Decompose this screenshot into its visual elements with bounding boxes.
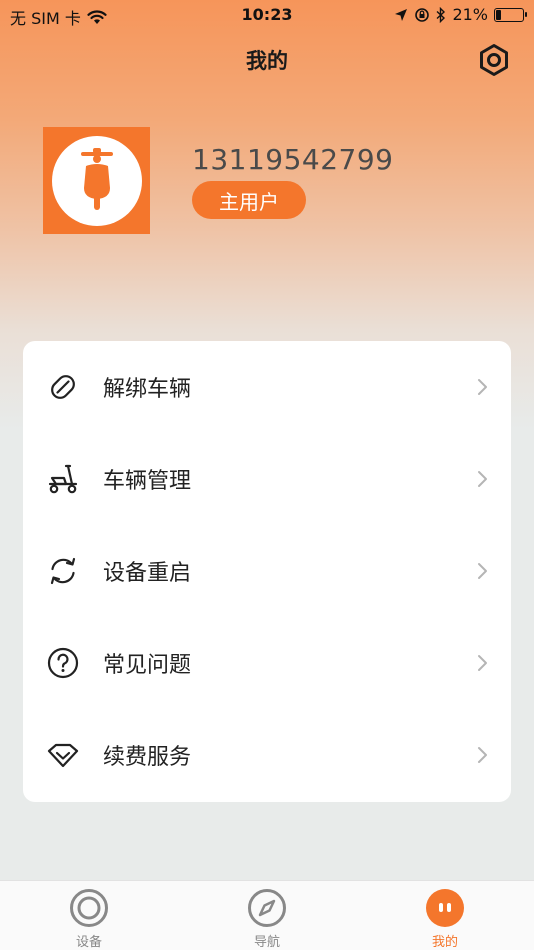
location-arrow-icon [395, 8, 408, 21]
chevron-right-icon [478, 747, 487, 763]
chevron-right-icon [478, 379, 487, 395]
scooter-icon [45, 461, 81, 497]
battery-icon [494, 7, 527, 22]
menu-card: 解绑车辆 车辆管理 设备重启 常见问题 续费服务 [23, 341, 511, 802]
compass-icon [248, 889, 286, 927]
menu-item-renewal[interactable]: 续费服务 [23, 709, 511, 801]
avatar-circle [51, 135, 142, 226]
diamond-icon [45, 737, 81, 773]
menu-item-label: 解绑车辆 [103, 377, 192, 402]
tab-navigation[interactable]: 导航 [178, 881, 356, 950]
menu-item-unbind-vehicle[interactable]: 解绑车辆 [23, 341, 511, 433]
chevron-right-icon [478, 655, 487, 671]
tab-mine[interactable]: 我的 [356, 881, 534, 950]
tab-label: 导航 [253, 935, 280, 950]
mine-icon [426, 889, 464, 927]
unlink-icon [45, 369, 81, 405]
menu-item-faq[interactable]: 常见问题 [23, 617, 511, 709]
scooter-logo-icon [80, 147, 113, 210]
battery-percent: 21% [452, 5, 488, 24]
battery-level [496, 9, 502, 20]
user-phone: 13119542799 [192, 143, 394, 176]
question-icon [45, 645, 81, 681]
tab-label: 设备 [75, 935, 102, 950]
tab-label: 我的 [431, 935, 458, 950]
bluetooth-icon [436, 6, 446, 23]
tab-bar: 设备 导航 我的 [0, 880, 534, 950]
menu-item-device-restart[interactable]: 设备重启 [23, 525, 511, 617]
menu-item-label: 设备重启 [103, 561, 192, 586]
menu-item-vehicle-management[interactable]: 车辆管理 [23, 433, 511, 525]
rotation-lock-icon [415, 7, 430, 22]
device-icon [70, 889, 108, 927]
menu-item-label: 续费服务 [103, 745, 192, 770]
menu-item-label: 常见问题 [103, 653, 192, 678]
role-badge: 主用户 [192, 181, 306, 219]
status-right: 21% [394, 5, 527, 24]
refresh-icon [45, 553, 81, 589]
chevron-right-icon [478, 471, 487, 487]
menu-item-label: 车辆管理 [103, 469, 192, 494]
tab-device[interactable]: 设备 [0, 881, 178, 950]
page-title: 我的 [246, 49, 288, 73]
settings-button[interactable] [476, 42, 512, 78]
gear-icon [480, 44, 508, 76]
status-bar: 无 SIM 卡 10:23 21% [0, 0, 534, 30]
chevron-right-icon [478, 563, 487, 579]
avatar[interactable] [43, 127, 150, 234]
